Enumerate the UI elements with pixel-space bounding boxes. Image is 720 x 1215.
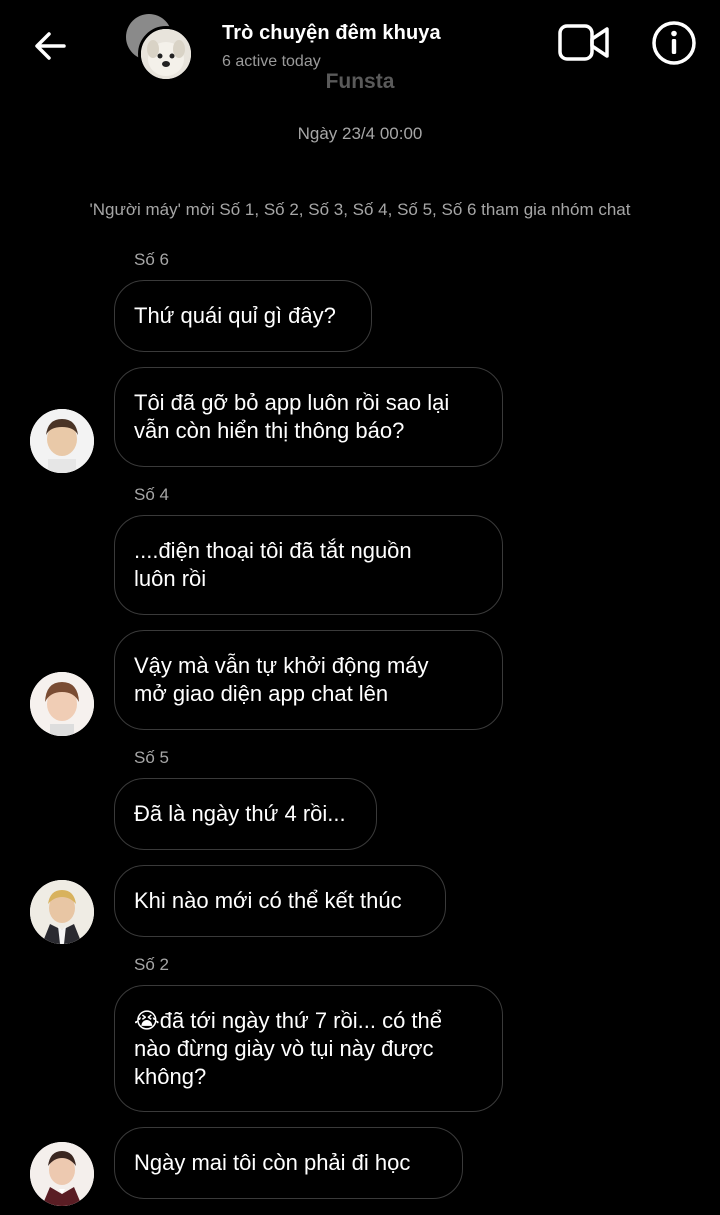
- person-avatar-icon: [30, 672, 94, 736]
- message-bubble[interactable]: Đã là ngày thứ 4 rồi...: [114, 778, 377, 850]
- message-bubble[interactable]: 😭đã tới ngày thứ 7 rồi... có thể nào đừn…: [114, 985, 503, 1112]
- sender-name: Số 5: [134, 748, 169, 767]
- back-button[interactable]: [30, 26, 70, 66]
- info-icon: [652, 21, 696, 65]
- avatar[interactable]: [30, 1142, 94, 1206]
- date-separator: Ngày 23/4 00:00: [297, 124, 423, 143]
- video-camera-icon: [558, 24, 609, 61]
- message-bubble[interactable]: ....điện thoại tôi đã tắt nguồn luôn rồi: [114, 515, 503, 615]
- sender-name: Số 2: [134, 955, 169, 974]
- active-status: 6 active today: [222, 53, 321, 70]
- message-bubble[interactable]: Vậy mà vẫn tự khởi động máy mở giao diện…: [114, 630, 503, 730]
- system-message: 'Người máy' mời Số 1, Số 2, Số 3, Số 4, …: [89, 200, 631, 219]
- avatar[interactable]: [30, 672, 94, 736]
- arrow-left-icon: [35, 32, 66, 60]
- message-bubble[interactable]: Tôi đã gỡ bỏ app luôn rồi sao lại vẫn cò…: [114, 367, 503, 467]
- brand-watermark: Funsta: [325, 70, 395, 93]
- avatar[interactable]: [30, 880, 94, 944]
- avatar[interactable]: [30, 409, 94, 473]
- chat-title[interactable]: Trò chuyện đêm khuya: [222, 22, 441, 45]
- person-avatar-icon: [30, 409, 94, 473]
- info-button[interactable]: [650, 19, 698, 67]
- message-bubble[interactable]: Thứ quái quỉ gì đây?: [114, 280, 372, 352]
- sender-name: Số 4: [134, 485, 169, 504]
- message-bubble[interactable]: Khi nào mới có thể kết thúc: [114, 865, 446, 937]
- person-avatar-icon: [30, 880, 94, 944]
- video-call-button[interactable]: [558, 22, 610, 64]
- message-bubble[interactable]: Ngày mai tôi còn phải đi học: [114, 1127, 463, 1199]
- sender-name: Số 6: [134, 250, 169, 269]
- person-avatar-icon: [30, 1142, 94, 1206]
